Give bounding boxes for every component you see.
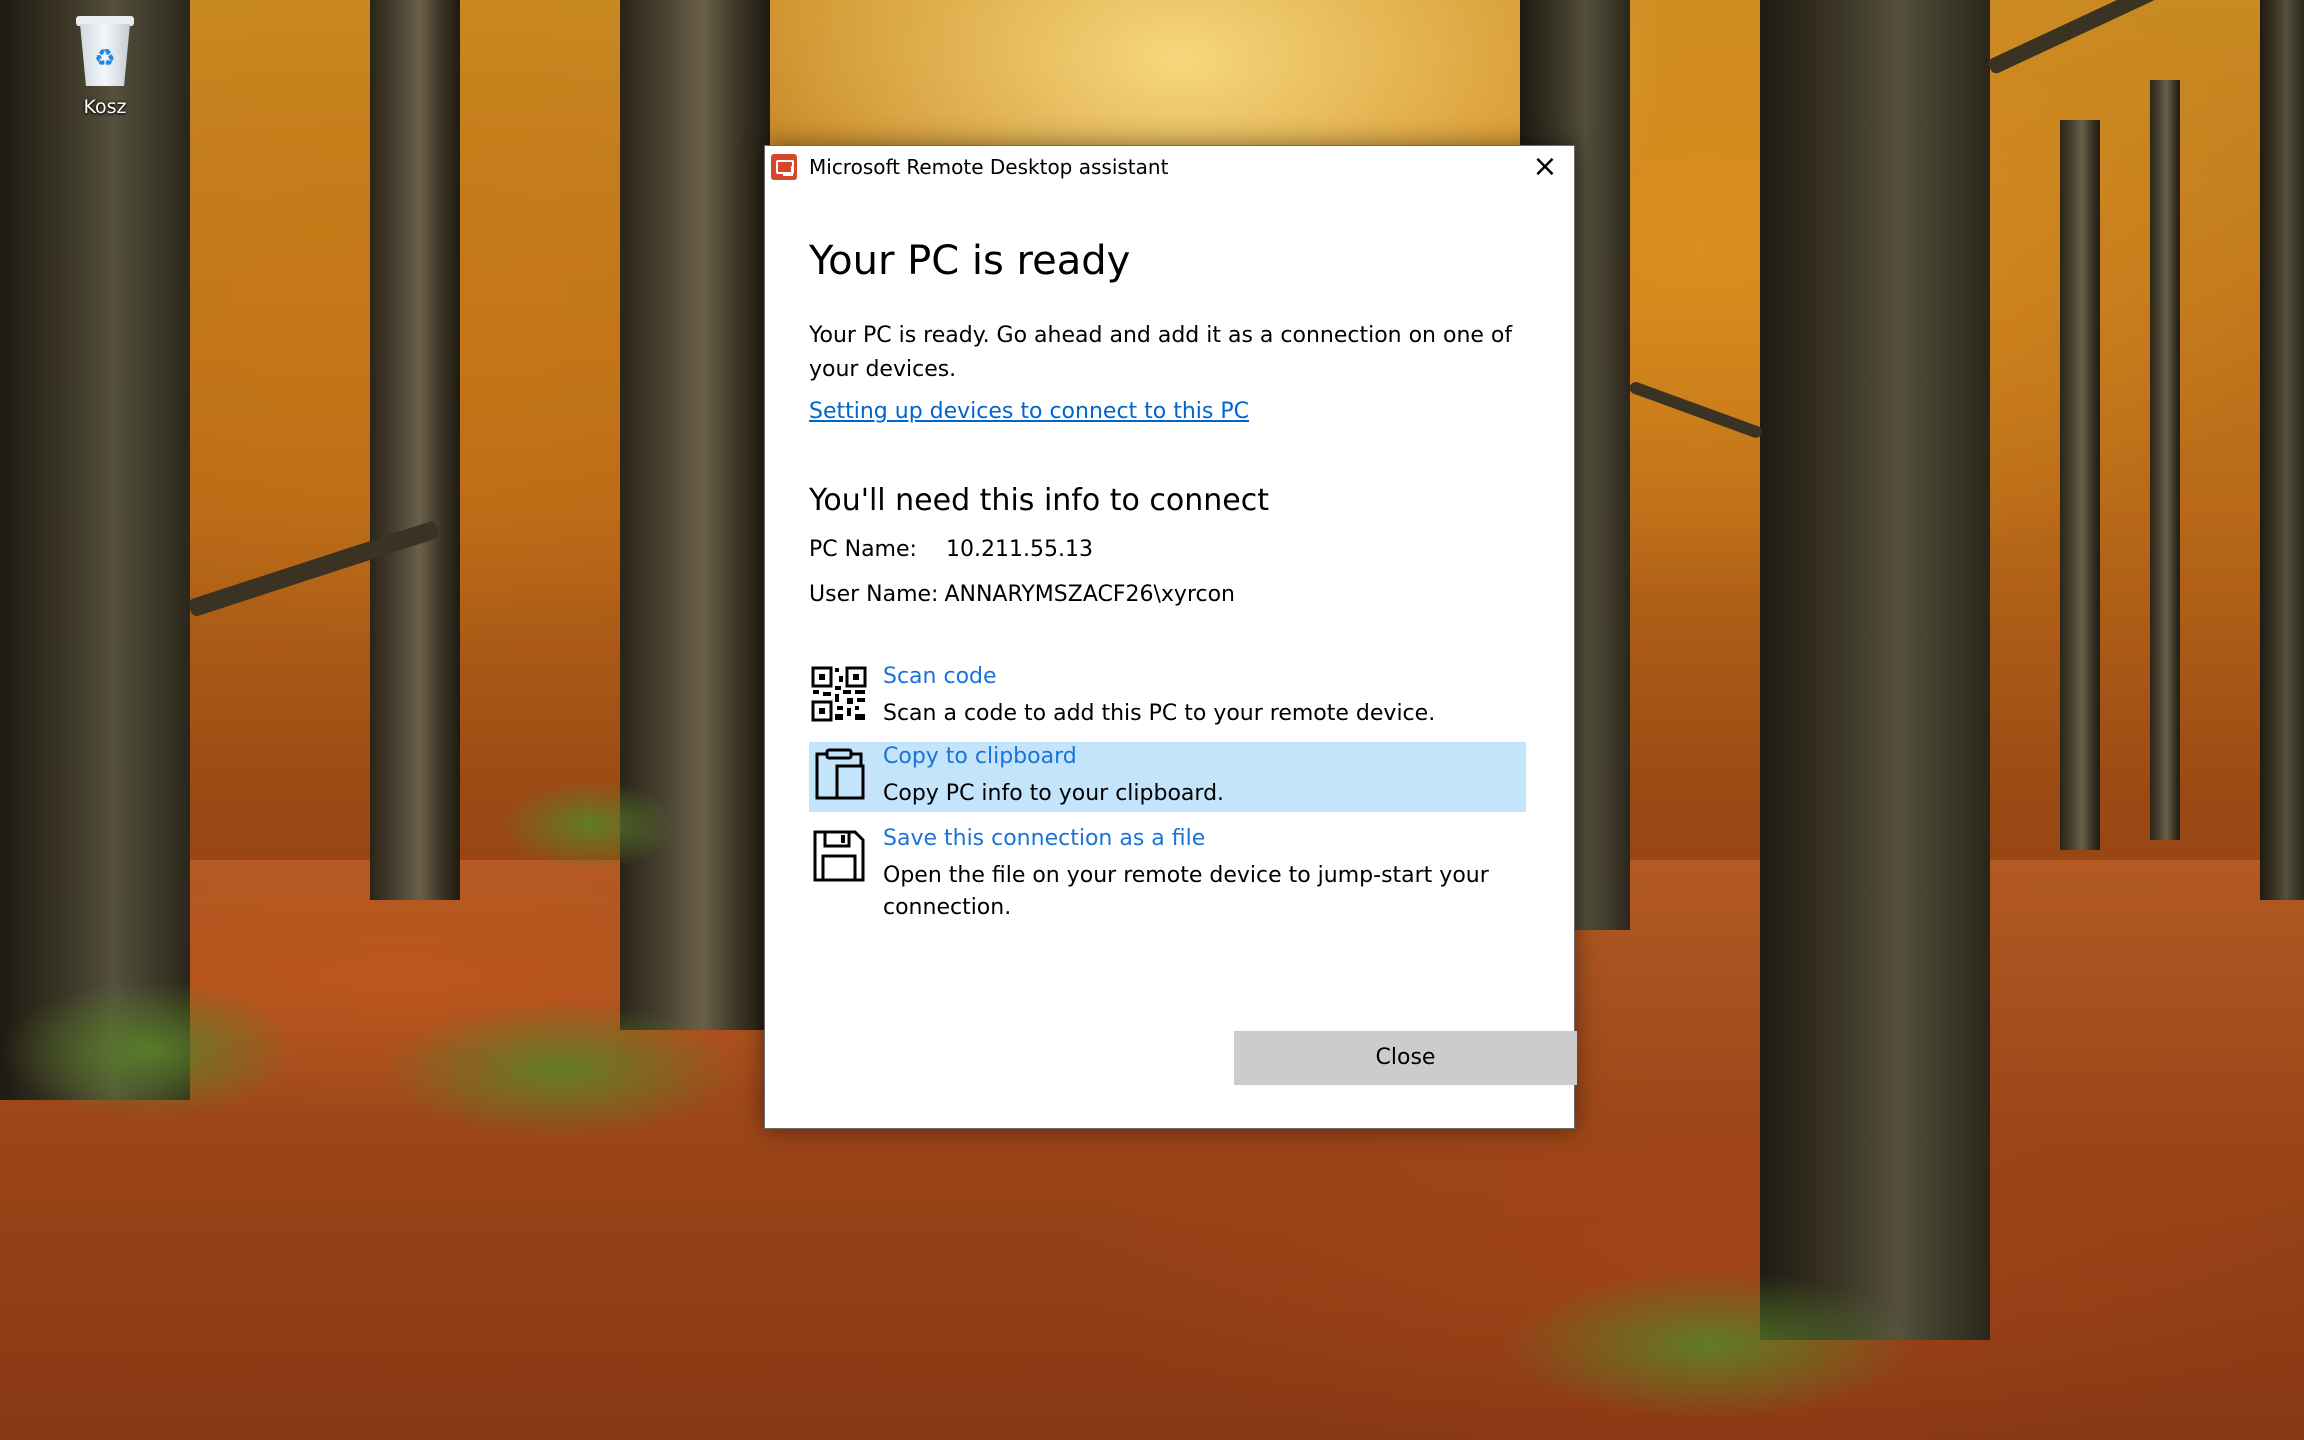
desktop-icon-recycle-bin[interactable]: ♻ Kosz bbox=[60, 10, 150, 118]
pc-name-value: 10.211.55.13 bbox=[946, 537, 1093, 562]
desktop-icon-label: Kosz bbox=[83, 96, 127, 118]
user-name-row: User Name: ANNARYMSZACF26\xyrcon bbox=[809, 582, 1235, 607]
scan-code-title: Scan code bbox=[883, 664, 997, 689]
pc-name-label: PC Name: bbox=[809, 537, 917, 562]
setup-devices-link[interactable]: Setting up devices to connect to this PC bbox=[809, 399, 1249, 424]
scan-code-action[interactable]: Scan code Scan a code to add this PC to … bbox=[809, 662, 1526, 732]
remote-desktop-app-icon bbox=[771, 154, 797, 180]
copy-to-clipboard-action[interactable]: Copy to clipboard Copy PC info to your c… bbox=[809, 742, 1526, 812]
clipboard-icon bbox=[815, 748, 865, 800]
desktop-wallpaper: ♻ Kosz Microsoft Remote Desktop assistan… bbox=[0, 0, 2304, 1440]
title-bar[interactable]: Microsoft Remote Desktop assistant × bbox=[765, 146, 1574, 188]
save-connection-description: Open the file on your remote device to j… bbox=[883, 863, 1489, 920]
user-name-value: ANNARYMSZACF26\xyrcon bbox=[944, 582, 1236, 607]
save-connection-action[interactable]: Save this connection as a file Open the … bbox=[809, 824, 1526, 934]
user-name-label: User Name: bbox=[809, 582, 939, 607]
info-heading: You'll need this info to connect bbox=[809, 483, 1269, 518]
copy-to-clipboard-description: Copy PC info to your clipboard. bbox=[883, 781, 1225, 806]
tree-branch bbox=[1986, 0, 2266, 76]
tree-branch bbox=[1627, 380, 1764, 440]
tree-trunk bbox=[1760, 0, 1990, 1340]
close-icon: × bbox=[1532, 149, 1558, 184]
close-window-button[interactable]: × bbox=[1530, 152, 1560, 182]
recycle-bin-icon: ♻ bbox=[72, 10, 138, 88]
moss-patch bbox=[500, 780, 680, 870]
moss-patch bbox=[0, 980, 300, 1120]
close-button[interactable]: Close bbox=[1234, 1031, 1577, 1085]
floppy-disk-icon bbox=[813, 830, 865, 882]
moss-patch bbox=[1500, 1270, 1920, 1420]
tree-trunk bbox=[2060, 120, 2100, 850]
tree-trunk bbox=[2150, 80, 2180, 840]
tree-trunk bbox=[2260, 0, 2304, 900]
tree-trunk bbox=[0, 0, 190, 1100]
pc-name-row: PC Name: 10.211.55.13 bbox=[809, 537, 1093, 562]
tree-trunk bbox=[620, 0, 770, 1030]
page-title: Your PC is ready bbox=[809, 238, 1131, 284]
tree-trunk bbox=[370, 0, 460, 900]
moss-patch bbox=[380, 1000, 740, 1140]
save-connection-title: Save this connection as a file bbox=[883, 826, 1206, 851]
ready-description: Your PC is ready. Go ahead and add it as… bbox=[809, 323, 1513, 382]
remote-desktop-assistant-dialog: Microsoft Remote Desktop assistant × You… bbox=[764, 145, 1577, 1129]
copy-to-clipboard-title: Copy to clipboard bbox=[883, 744, 1077, 769]
window-title: Microsoft Remote Desktop assistant bbox=[809, 155, 1169, 179]
qr-code-icon bbox=[811, 666, 867, 722]
scan-code-description: Scan a code to add this PC to your remot… bbox=[883, 701, 1436, 726]
